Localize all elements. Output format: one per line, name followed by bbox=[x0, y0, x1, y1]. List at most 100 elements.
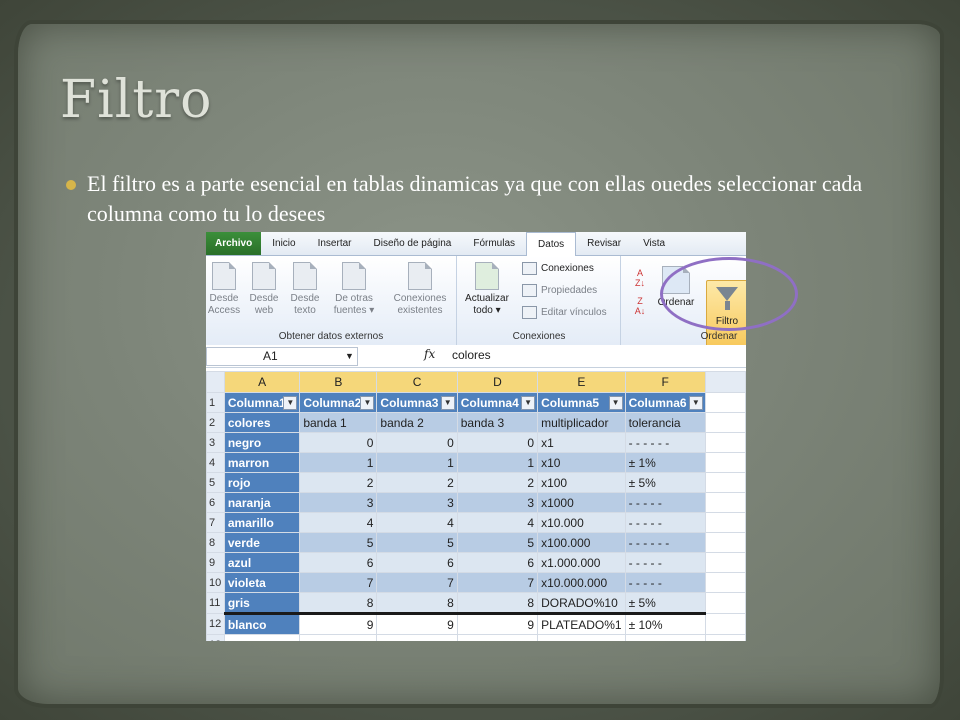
table-cell[interactable]: 0 bbox=[376, 432, 458, 453]
table-cell[interactable]: gris bbox=[223, 592, 301, 614]
table-cell[interactable]: 4 bbox=[456, 512, 539, 533]
table-cell[interactable]: x10.000.000 bbox=[537, 572, 626, 593]
table-cell[interactable] bbox=[223, 634, 301, 641]
table-cell[interactable] bbox=[537, 634, 626, 641]
filter-dropdown-icon[interactable]: ▼ bbox=[521, 396, 536, 410]
table-header-cell[interactable]: Columna6 ▼ bbox=[624, 392, 706, 413]
table-cell[interactable]: 6 bbox=[456, 552, 539, 573]
table-cell[interactable]: 2 bbox=[299, 472, 378, 493]
row-number[interactable]: 10 bbox=[206, 572, 225, 593]
table-cell[interactable]: 9 bbox=[299, 612, 378, 635]
row-number[interactable]: 13 bbox=[206, 634, 225, 641]
table-cell[interactable]: 8 bbox=[376, 592, 458, 614]
table-cell[interactable] bbox=[624, 634, 706, 641]
column-header-c[interactable]: C bbox=[376, 371, 458, 393]
from-text-button[interactable]: Desde texto bbox=[286, 262, 324, 317]
table-cell[interactable]: - - - - - bbox=[624, 572, 706, 593]
table-cell[interactable]: banda 3 bbox=[456, 412, 539, 433]
table-header-cell[interactable]: Columna3 ▼ bbox=[376, 392, 458, 413]
fx-icon[interactable]: fx bbox=[424, 347, 435, 361]
row-number[interactable]: 3 bbox=[206, 432, 225, 453]
tab-vista[interactable]: Vista bbox=[632, 232, 676, 255]
table-cell[interactable]: 5 bbox=[376, 532, 458, 553]
table-cell[interactable]: 1 bbox=[456, 452, 539, 473]
table-cell[interactable]: 6 bbox=[299, 552, 378, 573]
filter-dropdown-icon[interactable]: ▼ bbox=[360, 396, 375, 410]
row-number[interactable]: 11 bbox=[206, 592, 225, 614]
tab-revisar[interactable]: Revisar bbox=[576, 232, 632, 255]
empty-cell[interactable] bbox=[704, 392, 746, 413]
column-header-b[interactable]: B bbox=[299, 371, 378, 393]
empty-cell[interactable] bbox=[704, 412, 746, 433]
empty-cell[interactable] bbox=[704, 552, 746, 573]
table-cell[interactable] bbox=[376, 634, 458, 641]
table-cell[interactable]: 1 bbox=[376, 452, 458, 473]
column-header-f[interactable]: F bbox=[624, 371, 706, 393]
table-cell[interactable]: - - - - - - bbox=[624, 432, 706, 453]
row-number[interactable]: 5 bbox=[206, 472, 225, 493]
tab-diseno-pagina[interactable]: Diseño de página bbox=[363, 232, 463, 255]
table-cell[interactable] bbox=[456, 634, 539, 641]
table-cell[interactable]: 3 bbox=[376, 492, 458, 513]
tab-formulas[interactable]: Fórmulas bbox=[462, 232, 526, 255]
row-number[interactable]: 6 bbox=[206, 492, 225, 513]
table-header-cell[interactable]: Columna4 ▼ bbox=[456, 392, 539, 413]
column-header-d[interactable]: D bbox=[456, 371, 539, 393]
table-cell[interactable]: 3 bbox=[456, 492, 539, 513]
table-cell[interactable]: x1.000.000 bbox=[537, 552, 626, 573]
empty-cell[interactable] bbox=[704, 512, 746, 533]
table-cell[interactable]: 3 bbox=[299, 492, 378, 513]
table-cell[interactable]: 9 bbox=[456, 612, 539, 635]
table-cell[interactable]: - - - - - bbox=[624, 512, 706, 533]
table-cell[interactable]: x100 bbox=[537, 472, 626, 493]
row-number[interactable]: 12 bbox=[206, 613, 225, 635]
table-cell[interactable]: 7 bbox=[299, 572, 378, 593]
table-cell[interactable]: 4 bbox=[299, 512, 378, 533]
edit-links-button[interactable]: Editar vínculos bbox=[522, 306, 607, 319]
table-cell[interactable]: tolerancia bbox=[624, 412, 706, 433]
table-cell[interactable] bbox=[299, 634, 378, 641]
row-number[interactable]: 8 bbox=[206, 532, 225, 553]
table-cell[interactable]: ± 5% bbox=[624, 472, 706, 493]
table-cell[interactable]: 0 bbox=[456, 432, 539, 453]
table-cell[interactable]: 7 bbox=[456, 572, 539, 593]
table-cell[interactable]: 2 bbox=[376, 472, 458, 493]
row-number[interactable]: 9 bbox=[206, 552, 225, 573]
table-cell[interactable]: ± 5% bbox=[624, 592, 706, 614]
table-cell[interactable]: amarillo bbox=[223, 512, 301, 533]
table-cell[interactable]: 4 bbox=[376, 512, 458, 533]
row-number[interactable]: 7 bbox=[206, 512, 225, 533]
name-box[interactable]: A1 ▼ bbox=[206, 347, 358, 366]
empty-cell[interactable] bbox=[704, 472, 746, 493]
table-cell[interactable]: - - - - - - bbox=[624, 532, 706, 553]
table-cell[interactable]: 6 bbox=[376, 552, 458, 573]
table-cell[interactable]: violeta bbox=[223, 572, 301, 593]
refresh-all-button[interactable]: Actualizar todo ▾ bbox=[462, 262, 512, 317]
table-cell[interactable]: 0 bbox=[299, 432, 378, 453]
from-web-button[interactable]: Desde web bbox=[246, 262, 282, 317]
table-cell[interactable]: PLATEADO%1 bbox=[537, 612, 626, 635]
table-cell[interactable]: 5 bbox=[299, 532, 378, 553]
filter-dropdown-icon[interactable]: ▼ bbox=[608, 396, 623, 410]
table-cell[interactable]: x10.000 bbox=[537, 512, 626, 533]
table-cell[interactable]: colores bbox=[223, 412, 301, 433]
table-header-cell[interactable]: Columna2 ▼ bbox=[299, 392, 378, 413]
filter-dropdown-icon[interactable]: ▼ bbox=[283, 396, 298, 410]
table-cell[interactable]: 8 bbox=[456, 592, 539, 614]
select-all-corner[interactable] bbox=[206, 371, 225, 393]
table-cell[interactable]: 8 bbox=[299, 592, 378, 614]
column-header-a[interactable]: A bbox=[223, 371, 301, 393]
table-cell[interactable]: rojo bbox=[223, 472, 301, 493]
row-number[interactable]: 1 bbox=[206, 392, 225, 413]
table-cell[interactable]: DORADO%10 bbox=[537, 592, 626, 614]
tab-datos[interactable]: Datos bbox=[526, 232, 577, 256]
empty-cell[interactable] bbox=[704, 592, 746, 614]
table-cell[interactable]: x1 bbox=[537, 432, 626, 453]
formula-input[interactable]: colores bbox=[452, 348, 491, 362]
table-cell[interactable]: blanco bbox=[223, 612, 301, 635]
empty-cell[interactable] bbox=[704, 532, 746, 553]
filter-dropdown-icon[interactable]: ▼ bbox=[688, 396, 703, 410]
tab-insertar[interactable]: Insertar bbox=[307, 232, 363, 255]
empty-cell[interactable] bbox=[704, 572, 746, 593]
empty-cell[interactable] bbox=[704, 492, 746, 513]
